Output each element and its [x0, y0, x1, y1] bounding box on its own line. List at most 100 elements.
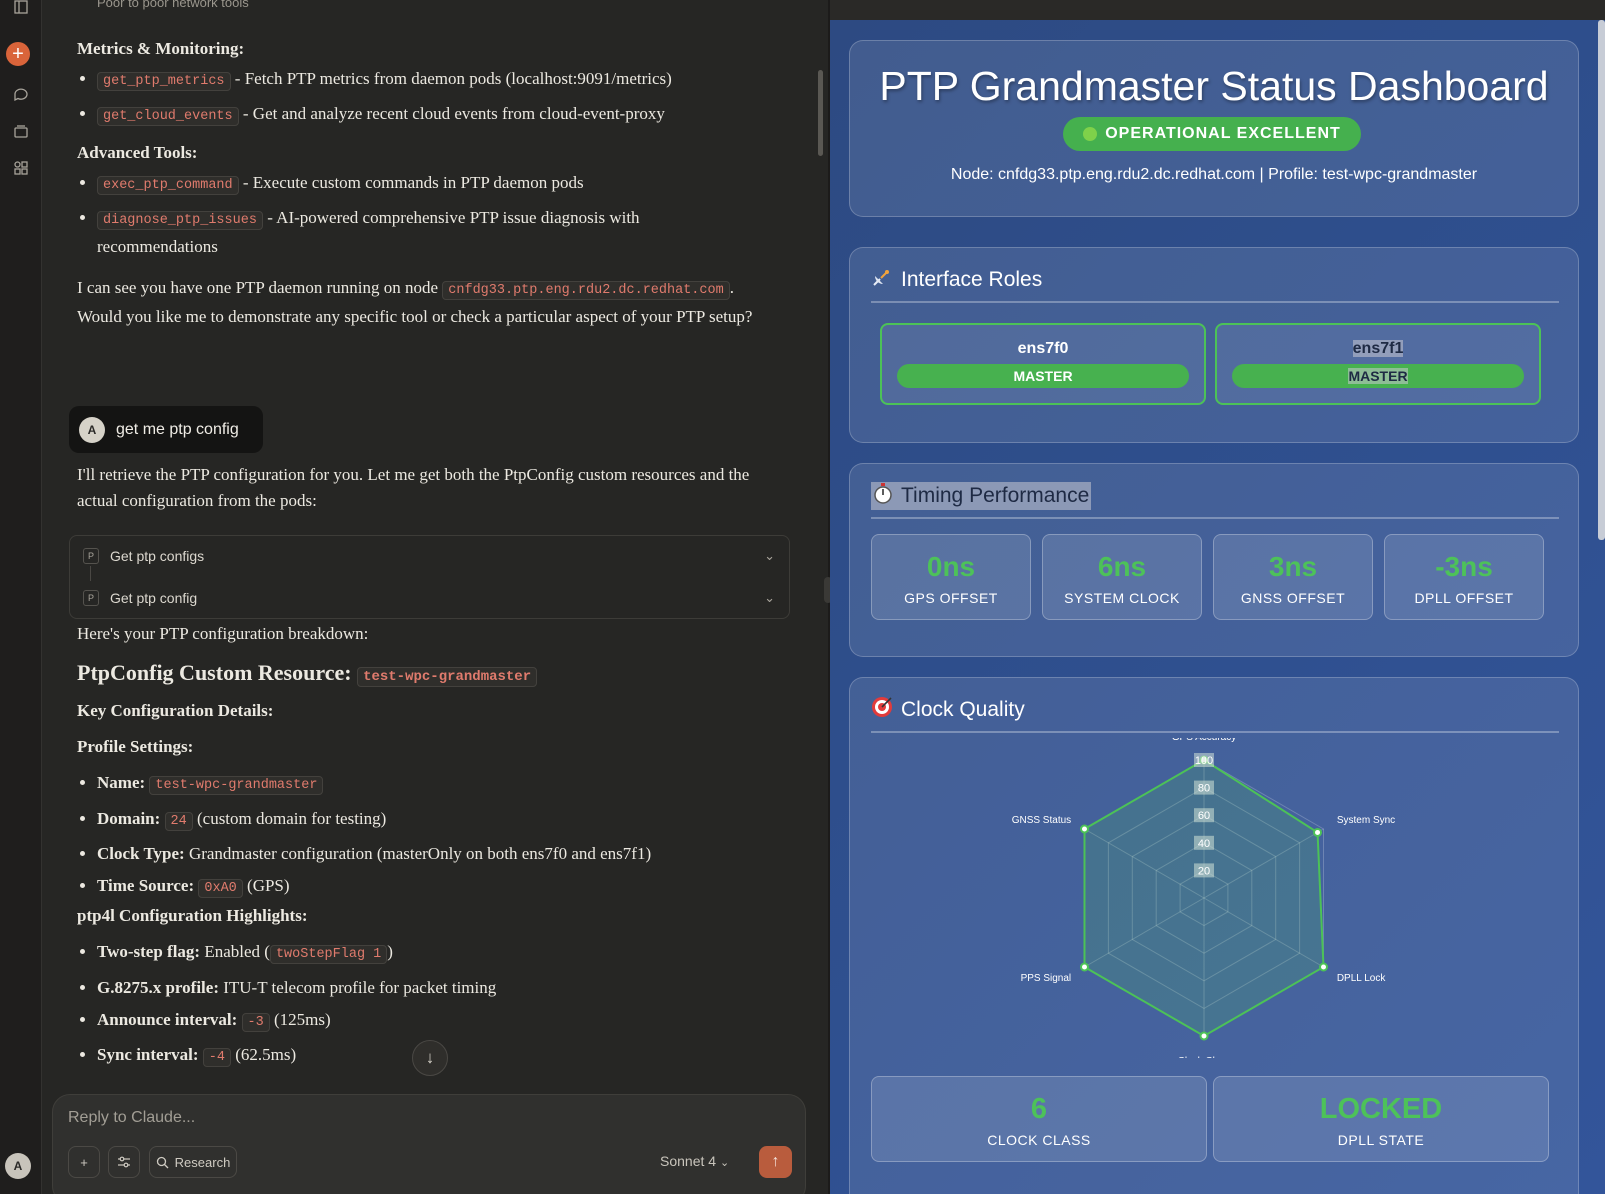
- metric-value: 6ns: [1097, 551, 1147, 582]
- scroll-down-button[interactable]: ↓: [412, 1040, 448, 1076]
- tool-call-get-ptp-config[interactable]: P Get ptp config ⌄: [70, 578, 789, 618]
- radar-tick-label: 80: [1198, 783, 1210, 795]
- advanced-heading: Advanced Tools:: [77, 143, 198, 162]
- radar-category-label: DPLL Lock: [1337, 973, 1387, 984]
- section-divider: [871, 301, 1559, 303]
- status-text: OPERATIONAL EXCELLENT: [1105, 125, 1341, 142]
- stat-label: CLOCK CLASS: [987, 1132, 1091, 1148]
- projects-icon[interactable]: [8, 119, 34, 145]
- header-card: PTP Grandmaster Status Dashboard OPERATI…: [849, 40, 1579, 217]
- radar-category-label: GPS Accuracy: [1172, 738, 1236, 743]
- list-item: Announce interval: -3 (125ms): [97, 1007, 757, 1036]
- reply-input[interactable]: Reply to Claude...: [68, 1109, 195, 1127]
- metric-label: DPLL OFFSET: [1414, 590, 1514, 606]
- inline-code: 0xA0: [198, 879, 243, 898]
- inline-code: 24: [164, 812, 193, 831]
- radar-category-label: PPS Signal: [1021, 973, 1072, 984]
- chats-icon[interactable]: [8, 82, 34, 108]
- interface-role-text: MASTER: [1348, 368, 1408, 384]
- radar-data-area: [1083, 758, 1325, 1038]
- radar-data-point: [1079, 962, 1089, 972]
- item-label: Time Source:: [97, 876, 195, 895]
- clock-quality-radar-chart: 20 40 60 80 100 GPS Accuracy System Sync DPLL L…: [1012, 738, 1395, 1058]
- metric-value: -3ns: [1435, 551, 1493, 582]
- tool-badge: P: [83, 548, 99, 564]
- artifact-scrollbar[interactable]: [1598, 20, 1605, 540]
- inline-code: exec_ptp_command: [97, 176, 239, 195]
- radar-category-label: GNSS Status: [1012, 815, 1071, 826]
- config-heading: PtpConfig Custom Resource: test-wpc-gran…: [77, 660, 757, 690]
- metric-value: 0ns: [926, 551, 976, 582]
- search-icon: [156, 1156, 169, 1168]
- add-attachment-button[interactable]: +: [68, 1146, 100, 1178]
- interface-card-ens7f1: ens7f1 MASTER: [1215, 323, 1541, 405]
- list-item: Time Source: 0xA0 (GPS): [97, 873, 757, 902]
- clock-quality-card: Clock Quality 20 40 60 80 100 GPS Accuracy Sys…: [849, 677, 1579, 1194]
- new-chat-icon[interactable]: +: [6, 42, 30, 66]
- chevron-down-icon[interactable]: ⌄: [764, 548, 775, 564]
- item-text: (custom domain for testing): [192, 809, 387, 828]
- list-item: G.8275.x profile: ITU-T telecom profile …: [97, 975, 757, 1001]
- model-selector[interactable]: Sonnet 4 ⌄: [660, 1153, 729, 1169]
- app-window: + A Poor to poor network tools Metrics &…: [0, 0, 1605, 1194]
- advanced-list: exec_ptp_command - Execute custom comman…: [77, 170, 757, 260]
- user-message: A get me ptp config: [69, 406, 263, 453]
- metric-value: 3ns: [1268, 551, 1318, 582]
- radar-data-point: [1079, 824, 1089, 834]
- inline-code: diagnose_ptp_issues: [97, 211, 263, 230]
- item-text: (GPS): [242, 876, 290, 895]
- key-details-heading: Key Configuration Details:: [77, 701, 274, 720]
- model-label: Sonnet 4: [660, 1153, 717, 1169]
- sidebar-toggle-icon[interactable]: [8, 0, 34, 20]
- status-dot-icon: [1083, 127, 1098, 141]
- item-text: (62.5ms): [230, 1045, 297, 1064]
- assistant-reply-intro: I'll retrieve the PTP configuration for …: [77, 465, 750, 510]
- tool-badge: P: [83, 590, 99, 606]
- clock-quality-title: Clock Quality: [871, 696, 1025, 724]
- tools-settings-button[interactable]: [108, 1146, 140, 1178]
- item-text: - Fetch PTP metrics from daemon pods (lo…: [230, 69, 672, 88]
- list-item: get_cloud_events - Get and analyze recen…: [97, 101, 757, 130]
- send-button[interactable]: ↑: [759, 1146, 792, 1178]
- inline-code: cnfdg33.ptp.eng.rdu2.dc.redhat.com: [442, 281, 730, 300]
- item-label: Name:: [97, 773, 146, 792]
- advanced-section: Advanced Tools: exec_ptp_command - Execu…: [77, 140, 757, 264]
- stat-value: LOCKED: [1319, 1093, 1443, 1125]
- item-label: Sync interval:: [97, 1045, 199, 1064]
- truncated-text: Poor to poor network tools: [97, 0, 249, 10]
- section-divider: [871, 731, 1559, 733]
- interface-role-badge: MASTER: [897, 364, 1189, 388]
- timing-title: Timing Performance: [871, 482, 1092, 510]
- radar-tick-label: 20: [1198, 865, 1210, 877]
- breakdown-text: Here's your PTP configuration breakdown:: [77, 624, 369, 643]
- chat-scrollbar[interactable]: [818, 70, 823, 156]
- artifact-dashboard: PTP Grandmaster Status Dashboard OPERATI…: [830, 20, 1605, 1194]
- section-title-text: Timing Performance: [901, 484, 1090, 507]
- inline-code: twoStepFlag 1: [269, 945, 388, 964]
- list-item: Two-step flag: Enabled (twoStepFlag 1): [97, 939, 757, 968]
- radar-tick-label: 100: [1195, 755, 1213, 767]
- heading-text: PtpConfig Custom Resource:: [77, 660, 358, 685]
- user-message-text: get me ptp config: [116, 420, 239, 438]
- item-text: - Get and analyze recent cloud events fr…: [238, 104, 665, 123]
- artifact-toolbar: [830, 0, 1605, 20]
- dpll-state-stat: LOCKED DPLL STATE: [1213, 1076, 1549, 1162]
- list-item: Name: test-wpc-grandmaster: [97, 770, 757, 799]
- interface-name: ens7f1: [1217, 340, 1539, 358]
- item-text: (125ms): [269, 1010, 331, 1029]
- sidebar-rail: + A: [0, 0, 42, 1194]
- list-item: Clock Type: Grandmaster configuration (m…: [97, 841, 757, 867]
- stat-value: 6: [1030, 1093, 1048, 1125]
- radar-tick-label: 60: [1198, 810, 1210, 822]
- artifacts-icon[interactable]: [8, 155, 34, 181]
- research-button[interactable]: Research: [149, 1146, 237, 1178]
- chevron-down-icon[interactable]: ⌄: [764, 590, 775, 606]
- item-label: Two-step flag:: [97, 942, 201, 961]
- tool-call-label: Get ptp configs: [110, 548, 205, 564]
- metric-dpll-offset: -3ns DPLL OFFSET: [1384, 534, 1544, 620]
- user-avatar[interactable]: A: [5, 1153, 31, 1179]
- section-title-text: Clock Quality: [901, 698, 1025, 721]
- inline-code: get_cloud_events: [97, 107, 239, 126]
- radar-data-point: [1199, 1031, 1209, 1041]
- tool-call-get-ptp-configs[interactable]: P Get ptp configs ⌄: [70, 536, 789, 576]
